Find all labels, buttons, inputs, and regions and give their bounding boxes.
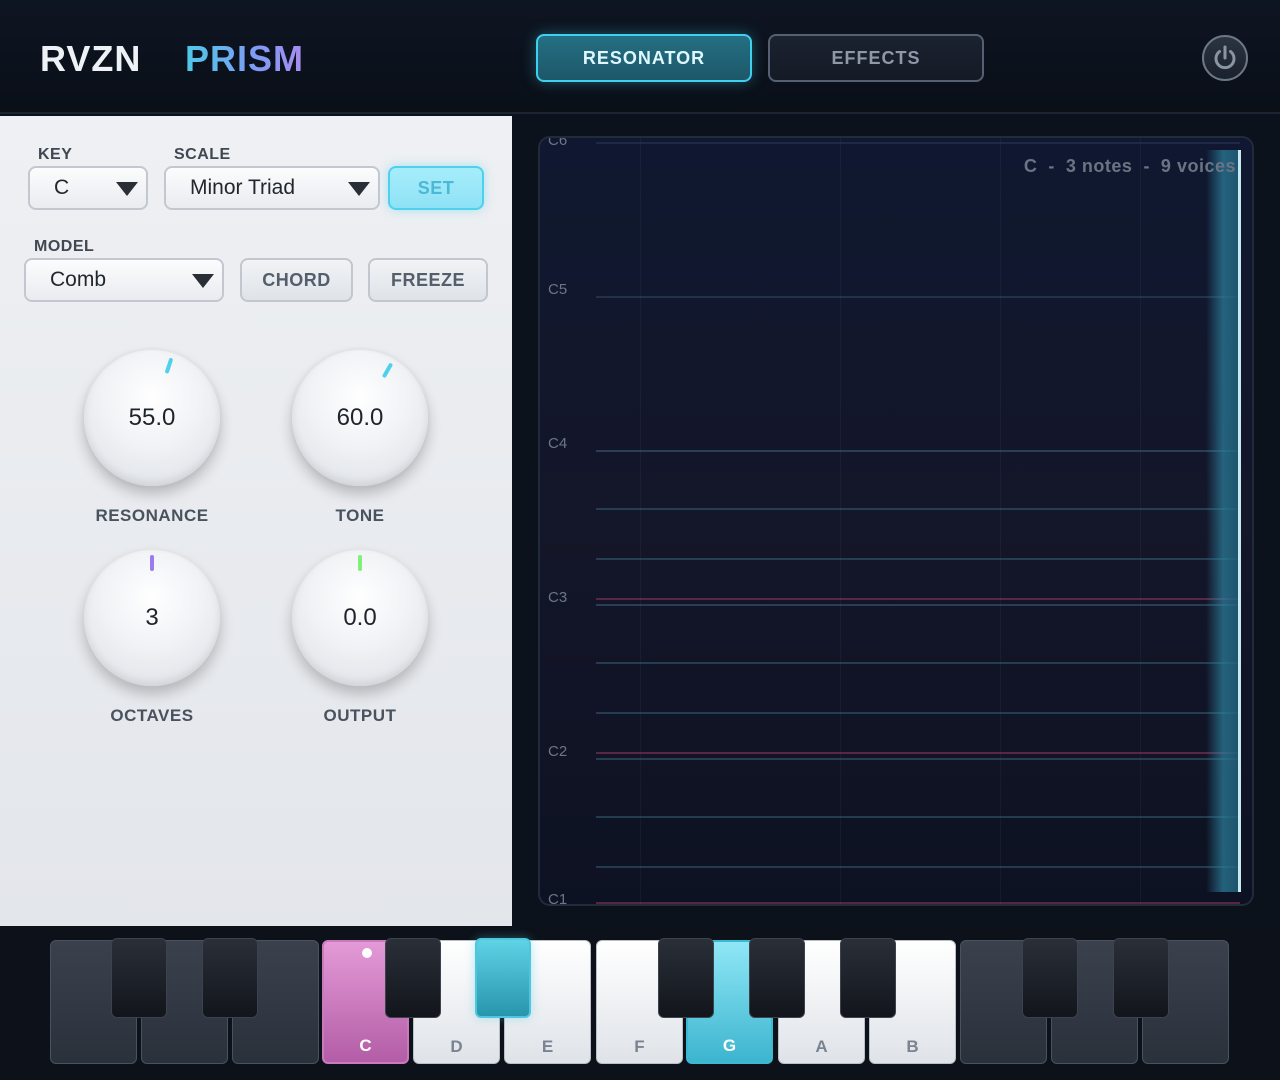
knob-indicator <box>358 555 362 571</box>
voice-info: C - 3 notes - 9 voices <box>1023 156 1236 176</box>
grid-line <box>1140 138 1141 904</box>
set-button[interactable]: SET <box>388 166 484 210</box>
octave-label: C4 <box>548 435 568 452</box>
piano-black-key[interactable] <box>111 938 167 1018</box>
plugin-window: RVZN PRISM RESONATOR EFFECTS KEY SCALE C… <box>0 0 1280 1080</box>
tab-effects[interactable]: EFFECTS <box>768 34 984 82</box>
grid-line <box>1000 138 1001 904</box>
model-dropdown[interactable]: Comb <box>24 258 224 302</box>
octave-line <box>596 296 1240 298</box>
resonance-value: 55.0 <box>128 404 176 431</box>
output-meter <box>1206 150 1240 892</box>
output-value: 0.0 <box>343 604 377 631</box>
root-line <box>596 598 1240 600</box>
piano-black-key[interactable] <box>1022 938 1078 1018</box>
resonator-visualizer: C6 C5 C4 C3 C2 C1 C - 3 notes - 9 voices <box>538 136 1254 906</box>
piano-black-key[interactable] <box>658 938 714 1018</box>
output-knob[interactable]: 0.0 <box>292 550 428 686</box>
octave-line <box>596 450 1240 452</box>
voice-line <box>596 558 1240 560</box>
tab-resonator[interactable]: RESONATOR <box>536 34 752 82</box>
piano-black-key[interactable] <box>749 938 805 1018</box>
root-line <box>596 752 1240 754</box>
scale-dropdown[interactable]: Minor Triad <box>164 166 380 210</box>
resonance-label: RESONANCE <box>95 506 209 525</box>
tone-value: 60.0 <box>336 404 384 431</box>
grid-line <box>840 138 841 904</box>
octave-label: C5 <box>548 281 568 298</box>
piano-black-key[interactable] <box>1113 938 1169 1018</box>
octave-label: C3 <box>548 589 568 606</box>
root-note-marker <box>362 948 372 958</box>
octave-line <box>596 142 1240 144</box>
model-value: Comb <box>50 268 107 291</box>
voice-line <box>596 508 1240 510</box>
freeze-button[interactable]: FREEZE <box>368 258 488 302</box>
knob-indicator <box>150 555 154 571</box>
knob-indicator <box>381 362 394 379</box>
tone-label: TONE <box>335 506 385 525</box>
piano-black-key[interactable] <box>202 938 258 1018</box>
chord-button[interactable]: CHORD <box>240 258 353 302</box>
tone-knob[interactable]: 60.0 <box>292 350 428 486</box>
controls-panel: KEY SCALE C Minor Triad SET MODEL Comb C… <box>0 116 512 926</box>
octave-label: C2 <box>548 743 568 760</box>
octave-label: C6 <box>548 136 568 149</box>
octave-line <box>596 604 1240 606</box>
piano-black-key[interactable] <box>840 938 896 1018</box>
output-meter-edge <box>1238 150 1241 892</box>
resonance-knob[interactable]: 55.0 <box>84 350 220 486</box>
output-label: OUTPUT <box>323 706 397 725</box>
power-icon <box>1214 45 1236 70</box>
voice-line <box>596 662 1240 664</box>
piano-black-key-eb[interactable] <box>475 938 531 1018</box>
knob-indicator <box>164 357 174 374</box>
header-bar: RVZN PRISM RESONATOR EFFECTS <box>0 0 1280 114</box>
key-dropdown[interactable]: C <box>28 166 148 210</box>
model-label: MODEL <box>34 238 95 255</box>
key-label: KEY <box>38 146 73 163</box>
octaves-knob[interactable]: 3 <box>84 550 220 686</box>
brand-logo: RVZN <box>40 38 142 79</box>
key-value: C <box>54 176 70 199</box>
octave-line <box>596 758 1240 760</box>
product-name: PRISM <box>185 38 305 79</box>
octave-label: C1 <box>548 891 568 906</box>
grid-line <box>640 138 641 904</box>
root-line <box>596 902 1240 904</box>
power-button[interactable] <box>1202 35 1248 81</box>
octaves-value: 3 <box>145 604 159 631</box>
voice-line <box>596 712 1240 714</box>
piano-keyboard: C D E F G A B <box>0 926 1280 1080</box>
voice-line <box>596 816 1240 818</box>
chevron-down-icon <box>192 274 214 288</box>
scale-value: Minor Triad <box>190 176 296 199</box>
chevron-down-icon <box>116 182 138 196</box>
octaves-label: OCTAVES <box>110 706 194 725</box>
voice-line <box>596 866 1240 868</box>
scale-label: SCALE <box>174 146 231 163</box>
chevron-down-icon <box>348 182 370 196</box>
piano-black-key[interactable] <box>385 938 441 1018</box>
